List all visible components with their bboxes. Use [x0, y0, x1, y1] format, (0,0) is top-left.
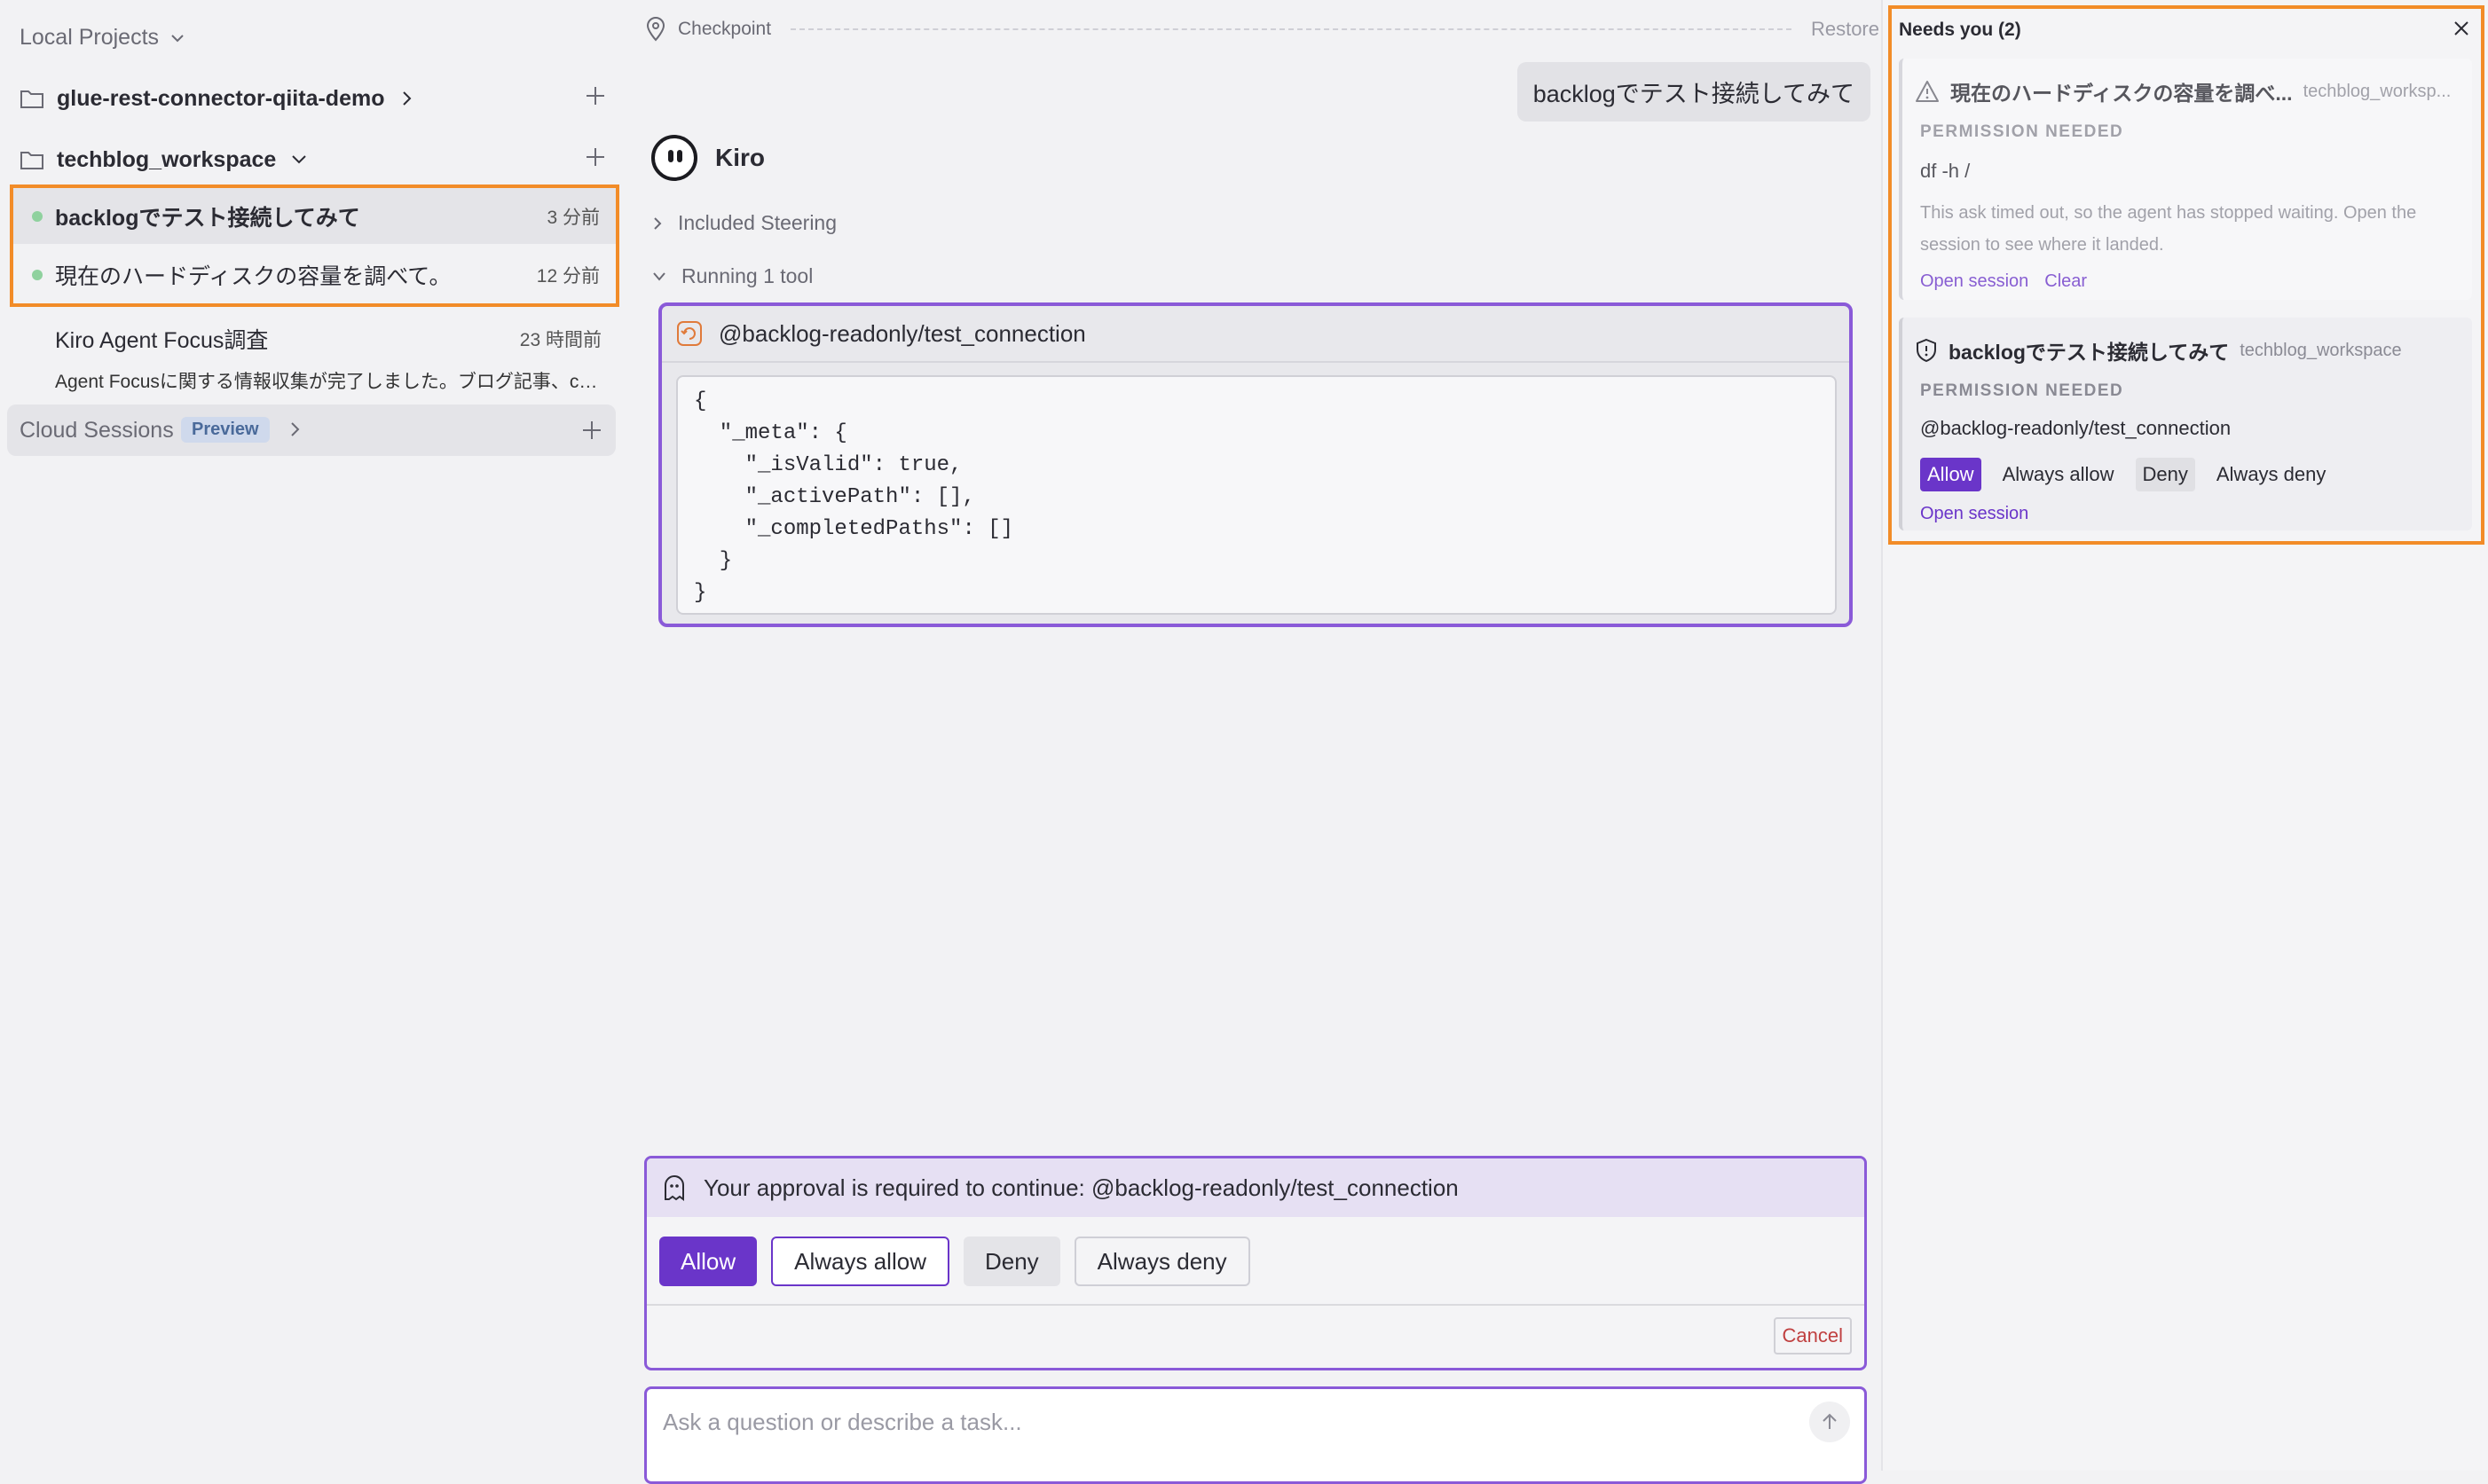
active-sessions-highlight: backlogでテスト接続してみて 3 分前 現在のハードディスクの容量を調べて… — [10, 185, 619, 307]
included-steering-toggle[interactable]: Included Steering — [651, 211, 837, 235]
history-title: Kiro Agent Focus調査 — [55, 328, 269, 353]
chevron-right-icon — [398, 90, 414, 107]
close-icon[interactable] — [2453, 20, 2470, 42]
send-button[interactable] — [1809, 1402, 1850, 1442]
agent-header: Kiro — [651, 135, 765, 181]
needs-card-command: df -h / — [1920, 160, 1971, 182]
shield-icon — [1915, 338, 1938, 363]
permission-needed-label: PERMISSION NEEDED — [1920, 381, 2124, 400]
session-item-backlog[interactable]: backlogでテスト接続してみて 3 分前 — [13, 188, 616, 244]
tool-call-card: @backlog-readonly/test_connection { "_me… — [658, 302, 1853, 627]
user-message: backlogでテスト接続してみて — [1516, 62, 1870, 122]
clear-link[interactable]: Clear — [2044, 271, 2087, 292]
local-projects-header[interactable]: Local Projects — [20, 25, 185, 51]
session-time: 12 分前 — [536, 265, 600, 287]
session-title: 現在のハードディスクの容量を調べて。 — [55, 263, 452, 289]
folder-icon — [20, 88, 44, 109]
always-allow-button[interactable]: Always allow — [771, 1237, 949, 1286]
history-subtitle: Agent Focusに関する情報収集が完了しました。ブログ記事、cha... — [55, 372, 602, 392]
always-deny-button[interactable]: Always deny — [1074, 1237, 1250, 1286]
checkpoint-divider — [791, 28, 1791, 30]
needs-card-links: Open session — [1920, 504, 2028, 524]
running-tool-label: Running 1 tool — [681, 264, 814, 287]
session-title: backlogでテスト接続してみて — [55, 205, 360, 231]
ghost-icon — [663, 1174, 686, 1201]
needs-you-highlight: Needs you (2) 現在のハードディスクの容量を調べ... techbl… — [1888, 5, 2484, 545]
project-name: techblog_workspace — [57, 146, 277, 172]
cloud-sessions-row[interactable]: Cloud Sessions Preview — [7, 404, 616, 456]
tool-refresh-icon — [676, 320, 703, 347]
warning-icon — [1915, 80, 1940, 103]
status-dot — [32, 211, 43, 222]
permission-needed-label: PERMISSION NEEDED — [1920, 122, 2124, 141]
needs-card-title-row: 現在のハードディスクの容量を調べ... techblog_worksp... — [1915, 76, 2465, 106]
chat-input[interactable] — [661, 1403, 1729, 1441]
history-time: 23 時間前 — [519, 330, 602, 350]
approval-prompt: Your approval is required to continue: @… — [644, 1156, 1867, 1370]
open-session-link[interactable]: Open session — [1920, 271, 2028, 292]
deny-button[interactable]: Deny — [963, 1237, 1060, 1286]
deny-button[interactable]: Deny — [2135, 458, 2195, 491]
add-session-icon[interactable] — [584, 145, 607, 169]
restore-button[interactable]: Restore — [1811, 18, 1879, 41]
needs-you-panel: Needs you (2) 現在のハードディスクの容量を調べ... techbl… — [1881, 0, 2488, 1471]
cancel-button[interactable]: Cancel — [1773, 1317, 1852, 1354]
checkpoint-label: Checkpoint — [678, 19, 772, 39]
needs-card-title-row: backlogでテスト接続してみて techblog_workspace — [1915, 335, 2465, 365]
preview-badge: Preview — [181, 417, 270, 443]
chevron-right-icon — [287, 420, 302, 438]
tool-call-header[interactable]: @backlog-readonly/test_connection — [662, 306, 1849, 363]
needs-card-workspace: techblog_workspace — [2240, 340, 2402, 360]
folder-icon — [20, 149, 44, 170]
project-glue-rest-connector[interactable]: glue-rest-connector-qiita-demo — [20, 74, 607, 123]
needs-card-title: backlogでテスト接続してみて — [1949, 341, 2230, 364]
needs-card-workspace: techblog_worksp... — [2303, 81, 2452, 101]
approval-header: Your approval is required to continue: @… — [647, 1158, 1864, 1217]
needs-card-backlog: backlogでテスト接続してみて techblog_workspace PER… — [1899, 318, 2472, 530]
cloud-sessions-label: Cloud Sessions — [20, 418, 174, 443]
project-techblog-workspace[interactable]: techblog_workspace — [20, 135, 607, 185]
sidebar: Local Projects glue-rest-connector-qiita… — [0, 0, 626, 1471]
needs-card-title: 現在のハードディスクの容量を調べ... — [1950, 82, 2293, 105]
needs-card-command: @backlog-readonly/test_connection — [1920, 417, 2232, 439]
always-deny-button[interactable]: Always deny — [2209, 458, 2334, 491]
needs-card-buttons: Allow Always allow Deny Always deny — [1920, 458, 2333, 491]
checkpoint-bar: Checkpoint Restore — [646, 16, 1879, 43]
chevron-down-icon — [290, 152, 308, 168]
always-allow-button[interactable]: Always allow — [1996, 458, 2122, 491]
local-projects-label: Local Projects — [20, 25, 160, 50]
agent-name: Kiro — [715, 144, 765, 171]
needs-you-title: Needs you (2) — [1899, 20, 2021, 40]
chat-input-box — [644, 1386, 1867, 1484]
needs-card-message: This ask timed out, so the agent has sto… — [1920, 203, 2417, 255]
arrow-up-icon — [1820, 1412, 1839, 1432]
kiro-avatar-icon — [651, 135, 697, 181]
chevron-down-icon — [651, 271, 667, 283]
tool-json-output: { "_meta": { "_isValid": true, "_activeP… — [676, 375, 1837, 615]
session-time: 3 分前 — [547, 207, 600, 228]
status-dot — [32, 270, 43, 280]
chevron-down-icon — [169, 30, 185, 46]
tool-name: @backlog-readonly/test_connection — [719, 319, 1086, 347]
included-steering-label: Included Steering — [678, 211, 838, 234]
approval-text: Your approval is required to continue: @… — [704, 1174, 1459, 1201]
approval-buttons: Allow Always allow Deny Always deny — [659, 1237, 1250, 1286]
approval-divider — [647, 1304, 1864, 1306]
add-cloud-session-icon[interactable] — [580, 419, 603, 442]
needs-card-disk: 現在のハードディスクの容量を調べ... techblog_worksp... P… — [1899, 59, 2472, 300]
allow-button[interactable]: Allow — [659, 1237, 758, 1286]
open-session-link[interactable]: Open session — [1920, 504, 2028, 524]
allow-button[interactable]: Allow — [1920, 458, 1981, 491]
project-name: glue-rest-connector-qiita-demo — [57, 85, 385, 111]
chat-panel: Checkpoint Restore backlogでテスト接続してみて Kir… — [626, 0, 1881, 1484]
map-pin-icon — [646, 17, 665, 42]
chevron-right-icon — [651, 216, 664, 232]
session-item-disk[interactable]: 現在のハードディスクの容量を調べて。 12 分前 — [13, 247, 616, 302]
add-session-icon[interactable] — [584, 84, 607, 107]
running-tool-toggle[interactable]: Running 1 tool — [651, 264, 813, 288]
needs-card-links: Open session Clear — [1920, 271, 2087, 292]
